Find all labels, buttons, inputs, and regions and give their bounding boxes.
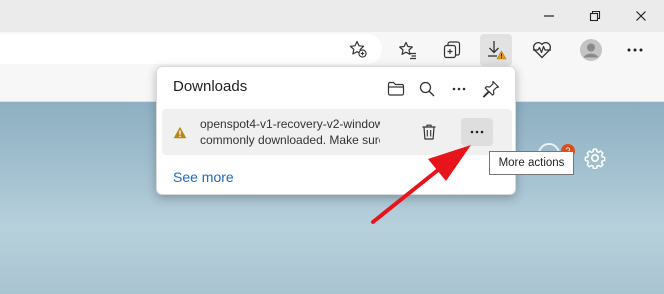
browser-toolbar — [0, 32, 664, 68]
minimize-icon — [544, 15, 554, 17]
more-actions-tooltip: More actions — [489, 151, 574, 175]
search-downloads-button[interactable] — [413, 75, 441, 103]
see-more-link[interactable]: See more — [173, 169, 234, 185]
warning-icon — [173, 126, 187, 139]
downloads-button[interactable] — [480, 34, 512, 66]
downloads-title: Downloads — [173, 78, 248, 95]
address-bar[interactable] — [0, 34, 382, 64]
settings-more-icon — [627, 48, 643, 52]
favorite-add-icon — [349, 40, 367, 58]
collections-icon — [443, 41, 461, 59]
downloads-more-options-button[interactable] — [445, 75, 473, 103]
settings-and-more-button[interactable] — [619, 34, 651, 66]
collections-button[interactable] — [436, 34, 468, 66]
title-bar — [0, 0, 664, 32]
pin-downloads-button[interactable] — [477, 75, 505, 103]
performance-button[interactable] — [526, 34, 558, 66]
downloads-icon — [488, 41, 507, 60]
favorites-button[interactable] — [392, 34, 424, 66]
download-item-text: openspot4-v1-recovery-v2-windows-x86 com… — [200, 116, 380, 148]
open-folder-button[interactable] — [382, 75, 410, 103]
folder-icon — [387, 81, 405, 96]
pin-icon — [482, 80, 500, 98]
restore-icon — [589, 10, 601, 22]
restore-button[interactable] — [574, 0, 616, 32]
trash-icon — [422, 124, 436, 140]
more-actions-icon — [470, 130, 484, 134]
favorites-icon — [399, 41, 416, 60]
add-favorite-button[interactable] — [342, 33, 374, 65]
more-options-icon — [452, 87, 466, 91]
close-icon — [636, 11, 646, 21]
delete-download-button[interactable] — [413, 118, 445, 146]
more-actions-button[interactable] — [461, 118, 493, 146]
download-item[interactable]: openspot4-v1-recovery-v2-windows-x86 com… — [162, 109, 512, 155]
gear-icon[interactable] — [584, 147, 606, 169]
download-filename: openspot4-v1-recovery-v2-windows-x86 — [200, 117, 380, 131]
downloads-panel: Downloads openspot4-v1-recovery-v2-windo… — [156, 66, 516, 195]
download-warning-text: commonly downloaded. Make sure you — [200, 133, 380, 147]
minimize-button[interactable] — [528, 0, 570, 32]
close-window-button[interactable] — [620, 0, 662, 32]
performance-icon — [532, 41, 552, 59]
profile-button[interactable] — [575, 34, 607, 66]
profile-icon — [580, 39, 602, 61]
search-icon — [419, 81, 435, 97]
